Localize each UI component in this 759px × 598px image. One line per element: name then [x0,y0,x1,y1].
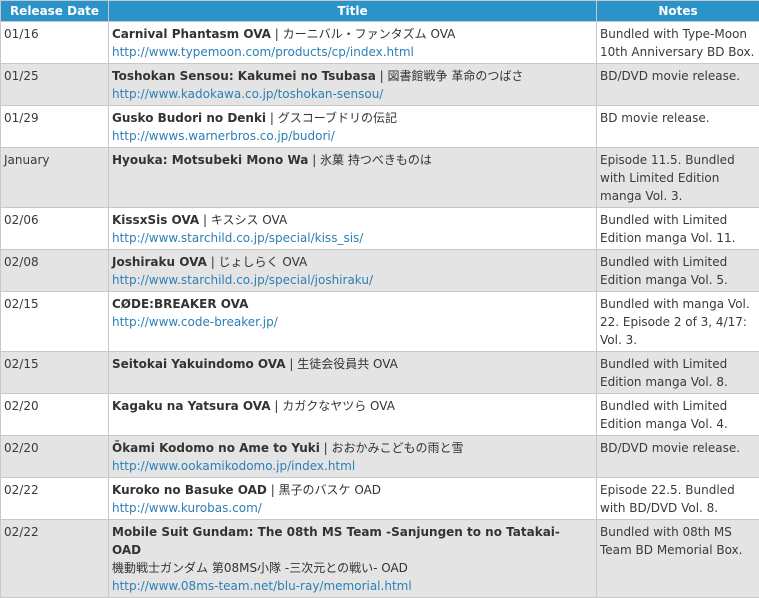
title-link[interactable]: http://www.starchild.co.jp/special/kiss_… [112,229,593,247]
title-separator: | [286,357,298,371]
release-date-cell: 02/20 [1,436,109,478]
title-cell: Hyouka: Motsubeki Mono Wa | 氷菓 持つべきものは [109,148,597,208]
notes-cell: BD movie release. [597,106,759,148]
title-japanese: グスコーブドリの伝記 [278,111,397,125]
title-separator: | [266,111,278,125]
title-cell: Carnival Phantasm OVA | カーニバル・ファンタズム OVA… [109,22,597,64]
release-date-cell: January [1,148,109,208]
title-name: KissxSis OVA [112,213,199,227]
title-name: Joshiraku OVA [112,255,207,269]
header-row: Release Date Title Notes [1,1,759,22]
notes-cell: Bundled with Limited Edition manga Vol. … [597,394,759,436]
title-name: Gusko Budori no Denki [112,111,266,125]
notes-cell: Bundled with manga Vol. 22. Episode 2 of… [597,292,759,352]
title-name: Kuroko no Basuke OAD [112,483,267,497]
table-row: JanuaryHyouka: Motsubeki Mono Wa | 氷菓 持つ… [1,148,759,208]
release-date-cell: 02/06 [1,208,109,250]
release-date-cell: 02/22 [1,520,109,598]
title-link[interactable]: http://www.kadokawa.co.jp/toshokan-senso… [112,85,593,103]
title-link[interactable]: http://www.code-breaker.jp/ [112,313,593,331]
header-release-date: Release Date [1,1,109,22]
title-link[interactable]: http://www.starchild.co.jp/special/joshi… [112,271,593,289]
release-date-cell: 01/16 [1,22,109,64]
title-separator: | [267,483,279,497]
table-row: 02/20Kagaku na Yatsura OVA | カガクなヤツら OVA… [1,394,759,436]
title-separator: | [376,69,388,83]
table-body: 01/16Carnival Phantasm OVA | カーニバル・ファンタズ… [1,22,759,598]
table-row: 01/29Gusko Budori no Denki | グスコーブドリの伝記 h… [1,106,759,148]
title-cell: Toshokan Sensou: Kakumei no Tsubasa | 図書… [109,64,597,106]
title-cell: Ōkami Kodomo no Ame to Yuki | おおかみこどもの雨と… [109,436,597,478]
title-name: Hyouka: Motsubeki Mono Wa [112,153,308,167]
title-link[interactable]: http://www.ookamikodomo.jp/index.html [112,457,593,475]
title-japanese: 生徒会役員共 OVA [297,357,398,371]
notes-cell: Bundled with Type-Moon 10th Anniversary … [597,22,759,64]
title-link[interactable]: http://www.typemoon.com/products/cp/inde… [112,43,593,61]
table-row: 02/15Seitokai Yakuindomo OVA | 生徒会役員共 OV… [1,352,759,394]
title-cell: Seitokai Yakuindomo OVA | 生徒会役員共 OVA [109,352,597,394]
title-separator: | [199,213,211,227]
table-row: 02/20Ōkami Kodomo no Ame to Yuki | おおかみこ… [1,436,759,478]
releases-table: Release Date Title Notes 01/16Carnival P… [0,0,759,598]
title-cell: Kuroko no Basuke OAD | 黒子のバスケ OAD http://… [109,478,597,520]
title-name: Seitokai Yakuindomo OVA [112,357,286,371]
table-row: 01/25Toshokan Sensou: Kakumei no Tsubasa… [1,64,759,106]
header-title: Title [109,1,597,22]
notes-cell: BD/DVD movie release. [597,64,759,106]
release-date-cell: 01/25 [1,64,109,106]
title-name: Kagaku na Yatsura OVA [112,399,271,413]
release-date-cell: 02/15 [1,292,109,352]
release-date-cell: 02/08 [1,250,109,292]
title-separator: | [320,441,332,455]
notes-cell: Episode 11.5. Bundled with Limited Editi… [597,148,759,208]
notes-cell: Bundled with Limited Edition manga Vol. … [597,352,759,394]
release-date-cell: 02/20 [1,394,109,436]
table-row: 02/06KissxSis OVA | キスシス OVA http://www.s… [1,208,759,250]
title-separator: | [271,27,283,41]
release-date-cell: 02/22 [1,478,109,520]
notes-cell: Bundled with Limited Edition manga Vol. … [597,208,759,250]
table-row: 02/15CØDE:BREAKER OVA http://www.code-bre… [1,292,759,352]
title-cell: CØDE:BREAKER OVA http://www.code-breaker.… [109,292,597,352]
title-japanese: おおかみこどもの雨と雪 [332,441,464,455]
table-row: 02/08Joshiraku OVA | じょしらく OVA http://www… [1,250,759,292]
title-cell: Joshiraku OVA | じょしらく OVA http://www.star… [109,250,597,292]
title-japanese: カガクなヤツら OVA [282,399,395,413]
table-row: 02/22Mobile Suit Gundam: The 08th MS Tea… [1,520,759,598]
title-separator: | [271,399,283,413]
notes-cell: BD/DVD movie release. [597,436,759,478]
header-notes: Notes [597,1,759,22]
title-separator: | [207,255,219,269]
title-japanese: 機動戦士ガンダム 第08MS小隊 -三次元との戦い- OAD [112,559,593,577]
notes-cell: Bundled with Limited Edition manga Vol. … [597,250,759,292]
title-japanese: キスシス OVA [211,213,287,227]
title-cell: Kagaku na Yatsura OVA | カガクなヤツら OVA [109,394,597,436]
title-link[interactable]: http://wwws.warnerbros.co.jp/budori/ [112,127,593,145]
table-row: 01/16Carnival Phantasm OVA | カーニバル・ファンタズ… [1,22,759,64]
title-name: Toshokan Sensou: Kakumei no Tsubasa [112,69,376,83]
release-date-cell: 01/29 [1,106,109,148]
title-name: Carnival Phantasm OVA [112,27,271,41]
title-japanese: 黒子のバスケ OAD [279,483,382,497]
title-japanese: じょしらく OVA [219,255,308,269]
title-name: CØDE:BREAKER OVA [112,297,248,311]
title-japanese: カーニバル・ファンタズム OVA [283,27,456,41]
table-row: 02/22Kuroko no Basuke OAD | 黒子のバスケ OAD ht… [1,478,759,520]
title-name: Mobile Suit Gundam: The 08th MS Team -Sa… [112,525,560,557]
title-cell: KissxSis OVA | キスシス OVA http://www.starch… [109,208,597,250]
title-japanese: 氷菓 持つべきものは [320,153,432,167]
title-link[interactable]: http://www.kurobas.com/ [112,499,593,517]
title-name: Ōkami Kodomo no Ame to Yuki [112,441,320,455]
notes-cell: Episode 22.5. Bundled with BD/DVD Vol. 8… [597,478,759,520]
release-date-cell: 02/15 [1,352,109,394]
title-link[interactable]: http://www.08ms-team.net/blu-ray/memoria… [112,577,593,595]
title-japanese: 図書館戦争 革命のつばさ [388,69,524,83]
title-cell: Gusko Budori no Denki | グスコーブドリの伝記 http:/… [109,106,597,148]
title-separator: | [308,153,320,167]
notes-cell: Bundled with 08th MS Team BD Memorial Bo… [597,520,759,598]
title-cell: Mobile Suit Gundam: The 08th MS Team -Sa… [109,520,597,598]
